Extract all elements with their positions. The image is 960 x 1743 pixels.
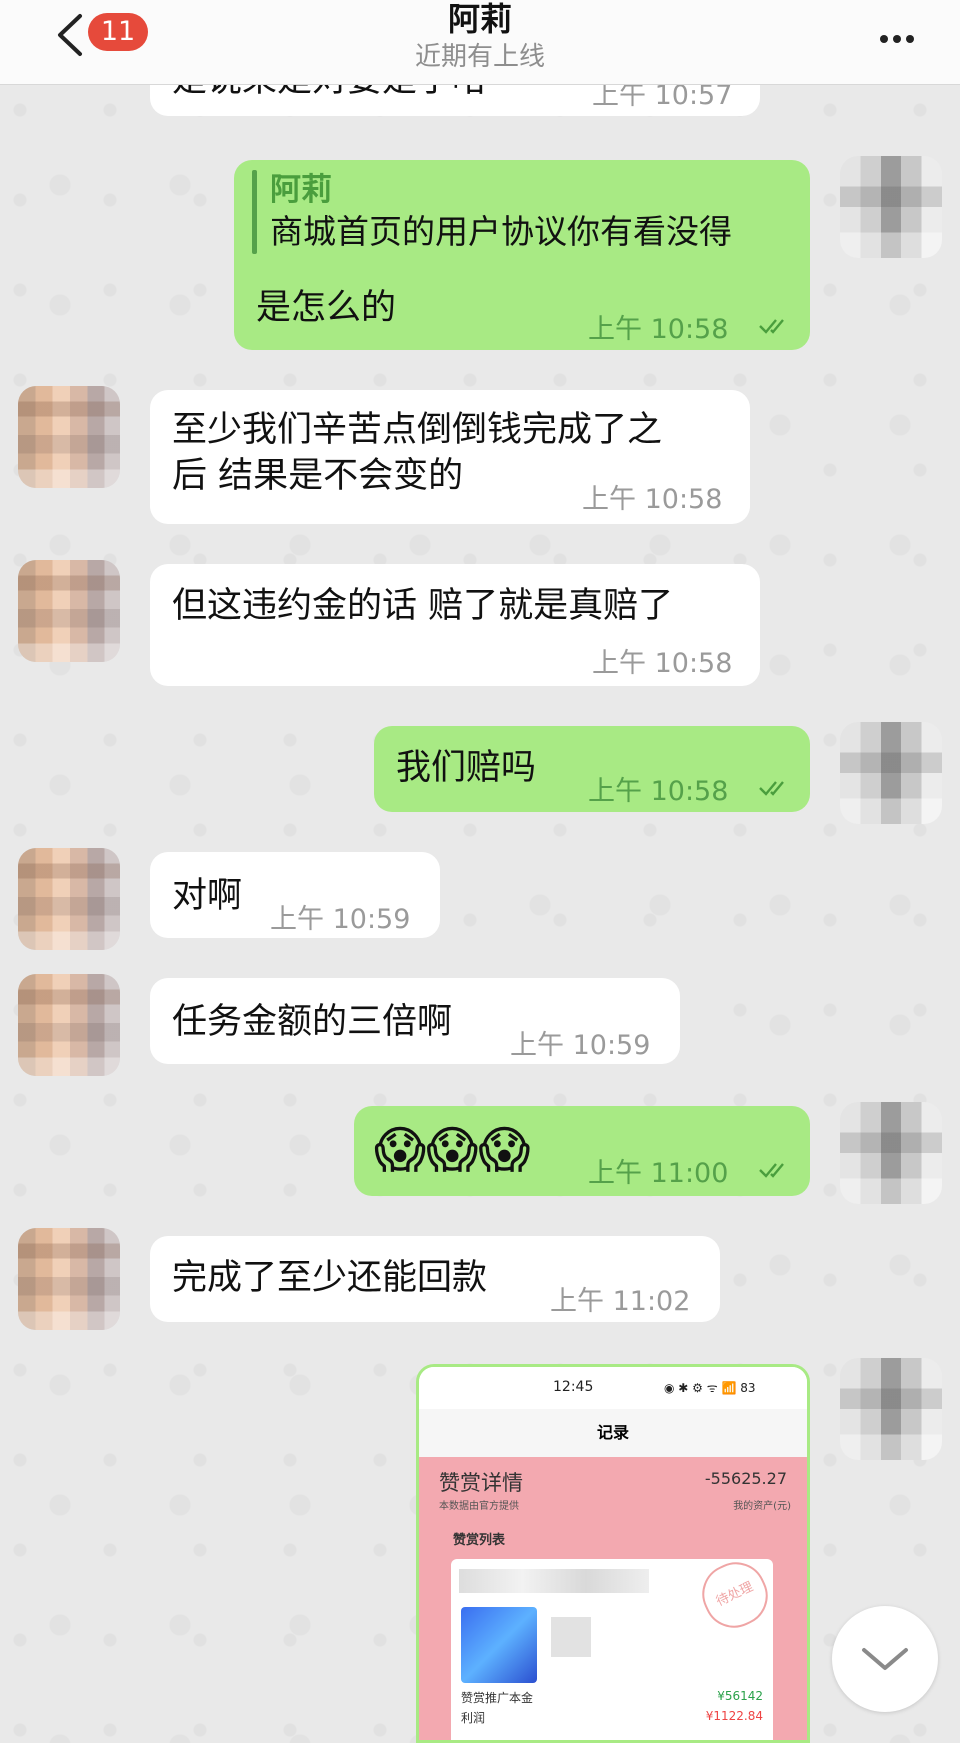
embedded-list-item: 待处理 赞赏推广本金 ¥56142 利润 ¥1122.84 <box>451 1552 778 1740</box>
principal-value: ¥56142 <box>717 1689 763 1703</box>
principal-label: 赞赏推广本金 <box>461 1691 534 1705</box>
contact-status: 近期有上线 <box>414 42 545 72</box>
contact-name[interactable]: 阿莉 <box>0 0 960 40</box>
message-text: 我们赔吗 <box>396 748 537 788</box>
embedded-card-title: 赞赏详情 <box>439 1471 523 1495</box>
blurred-text <box>459 1569 649 1593</box>
embedded-asset-label: 我的资产(元) <box>733 1501 791 1512</box>
message-time: 上午 10:59 <box>270 904 411 935</box>
message-text-line: 后 结果是不会变的 <box>172 456 464 496</box>
read-receipt-icon <box>759 1163 784 1178</box>
message-bubble-outgoing[interactable]: 我们赔吗 上午 10:58 <box>374 726 810 812</box>
my-avatar[interactable] <box>840 1358 942 1460</box>
message-text: 完成了至少还能回款 <box>172 1258 488 1298</box>
embedded-page-title: 记录 <box>419 1409 807 1457</box>
message-time: 上午 10:59 <box>510 1030 651 1061</box>
message-bubble-incoming[interactable]: 完成了至少还能回款 上午 11:02 <box>150 1236 720 1322</box>
message-text-line: 至少我们辛苦点倒倒钱完成了之 <box>172 410 663 450</box>
contact-avatar[interactable] <box>18 1228 120 1330</box>
message-bubble-outgoing[interactable]: 阿莉 商城首页的用户协议你有看没得 是怎么的 上午 10:58 <box>234 160 810 350</box>
contact-avatar[interactable] <box>18 386 120 488</box>
contact-avatar[interactable] <box>18 560 120 662</box>
profit-value: ¥1122.84 <box>705 1709 763 1723</box>
embedded-reward-card: 赞赏详情 -55625.27 本数据由官方提供 我的资产(元) 赞赏列表 待处理… <box>419 1457 807 1740</box>
blurred-thumbnail <box>551 1617 591 1657</box>
message-time: 上午 10:58 <box>588 314 729 345</box>
more-options-icon[interactable] <box>880 28 920 43</box>
my-avatar[interactable] <box>840 156 942 258</box>
embedded-status-bar: 12:45 ◉ ✱ ⚙ ᯤ 📶 83 <box>419 1367 807 1409</box>
embedded-time: 12:45 <box>553 1379 594 1395</box>
message-text: 是怎么的 <box>256 288 397 328</box>
profit-label: 利润 <box>461 1711 486 1725</box>
message-bubble-incoming[interactable]: 任务金额的三倍啊 上午 10:59 <box>150 978 680 1064</box>
contact-avatar[interactable] <box>18 848 120 950</box>
chat-header: 11 阿莉 近期有上线 <box>0 0 960 85</box>
message-bubble-outgoing[interactable]: 😱😱😱 上午 11:00 <box>354 1106 810 1196</box>
embedded-amount: -55625.27 <box>704 1469 787 1488</box>
message-bubble-incoming[interactable]: 至少我们辛苦点倒倒钱完成了之 后 结果是不会变的 上午 10:58 <box>150 390 750 524</box>
message-bubble-incoming[interactable]: 对啊 上午 10:59 <box>150 852 440 938</box>
my-avatar[interactable] <box>840 1102 942 1204</box>
message-time: 上午 11:00 <box>588 1158 729 1189</box>
embedded-list-title: 赞赏列表 <box>453 1533 506 1548</box>
product-thumbnail <box>461 1607 537 1683</box>
reply-quote-bar <box>252 170 257 254</box>
read-receipt-icon <box>759 319 784 334</box>
message-text: 任务金额的三倍啊 <box>172 1002 453 1042</box>
message-bubble-incoming[interactable]: 但这违约金的话 赔了就是真赔了 上午 10:58 <box>150 564 760 686</box>
scroll-to-bottom-button[interactable] <box>832 1606 938 1712</box>
my-avatar[interactable] <box>840 722 942 824</box>
embedded-status-icons: ◉ ✱ ⚙ ᯤ 📶 83 <box>664 1381 756 1395</box>
emoji-message: 😱😱😱 <box>374 1121 531 1179</box>
message-text: 对啊 <box>172 876 243 916</box>
message-text: 但这违约金的话 赔了就是真赔了 <box>172 586 674 626</box>
message-time: 上午 10:58 <box>588 776 729 807</box>
message-time: 上午 10:58 <box>582 484 723 515</box>
reply-quoted-text[interactable]: 商城首页的用户协议你有看没得 <box>270 208 732 256</box>
image-message[interactable]: 12:45 ◉ ✱ ⚙ ᯤ 📶 83 记录 赞赏详情 -55625.27 本数据… <box>416 1364 810 1743</box>
message-time: 上午 11:02 <box>550 1286 691 1317</box>
reply-sender-name: 阿莉 <box>270 172 332 208</box>
contact-avatar[interactable] <box>18 974 120 1076</box>
chevron-down-icon <box>862 1648 908 1670</box>
message-time: 上午 10:58 <box>592 648 733 679</box>
pending-stamp: 待处理 <box>692 1552 778 1638</box>
embedded-source-note: 本数据由官方提供 <box>439 1501 519 1512</box>
read-receipt-icon <box>759 781 784 796</box>
